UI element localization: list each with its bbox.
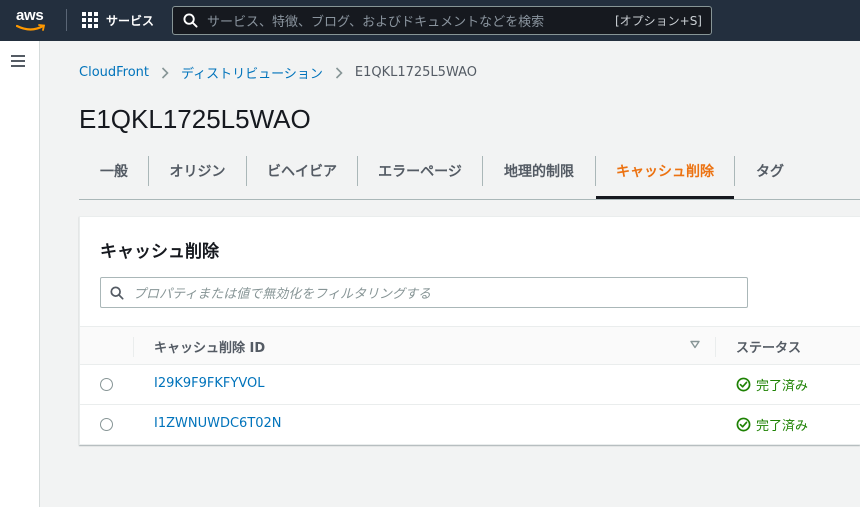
global-search-input[interactable]: サービス、特徴、ブログ、およびドキュメントなどを検索 [オプション+S] — [172, 6, 712, 35]
table-row[interactable]: I1ZWNUWDC6T02N 完了済み — [80, 405, 860, 445]
table-header: キャッシュ削除 ID ステータス — [80, 326, 860, 365]
menu-icon[interactable] — [11, 55, 25, 70]
status-text: 完了済み — [756, 419, 809, 434]
status-badge: 完了済み — [736, 415, 808, 434]
sort-caret-down-icon[interactable] — [690, 340, 700, 349]
breadcrumb: CloudFront ディストリビューション E1QKL1725L5WAO — [79, 63, 477, 82]
breadcrumb-distributions[interactable]: ディストリビューション — [181, 63, 323, 82]
column-divider — [133, 337, 134, 357]
search-shortcut-hint: [オプション+S] — [614, 14, 702, 28]
panel-title: キャッシュ削除 — [100, 242, 219, 262]
check-circle-icon — [736, 377, 751, 392]
column-divider — [715, 337, 716, 357]
column-header-invalidation-id[interactable]: キャッシュ削除 ID — [154, 337, 265, 356]
search-icon — [183, 13, 198, 28]
chevron-right-icon — [335, 66, 343, 79]
tab-origins[interactable]: オリジン — [149, 156, 246, 186]
invalidation-id-link[interactable]: I29K9F9FKFYVOL — [154, 376, 264, 391]
tab-geographic-restrictions[interactable]: 地理的制限 — [483, 156, 595, 186]
chevron-right-icon — [161, 66, 169, 79]
services-menu-button[interactable]: サービス — [82, 9, 154, 31]
filter-placeholder: プロパティまたは値で無効化をフィルタリングする — [133, 287, 431, 302]
tab-tags[interactable]: タグ — [735, 156, 805, 186]
status-text: 完了済み — [756, 379, 809, 394]
aws-logo[interactable]: aws — [14, 7, 50, 33]
tab-behaviors[interactable]: ビヘイビア — [247, 156, 357, 186]
page-title: E1QKL1725L5WAO — [79, 104, 311, 134]
row-select-radio[interactable] — [100, 378, 113, 391]
side-navigation-rail — [0, 41, 40, 507]
breadcrumb-current: E1QKL1725L5WAO — [354, 65, 477, 80]
services-label: サービス — [106, 13, 155, 28]
aws-smile-icon — [16, 24, 46, 31]
grid-icon — [82, 12, 98, 28]
tab-general[interactable]: 一般 — [79, 156, 149, 186]
active-tab-indicator — [596, 196, 734, 199]
tab-error-pages[interactable]: エラーページ — [358, 156, 482, 186]
check-circle-icon — [736, 417, 751, 432]
filter-input[interactable]: プロパティまたは値で無効化をフィルタリングする — [100, 277, 748, 308]
aws-logo-text: aws — [16, 7, 44, 24]
table-row[interactable]: I29K9F9FKFYVOL 完了済み — [80, 365, 860, 405]
header-divider — [66, 9, 67, 31]
row-select-radio[interactable] — [100, 418, 113, 431]
status-badge: 完了済み — [736, 375, 808, 394]
tab-bar: 一般 オリジン ビヘイビア エラーページ 地理的制限 キャッシュ削除 タグ — [79, 152, 860, 200]
search-icon — [110, 285, 124, 300]
invalidations-panel: キャッシュ削除 プロパティまたは値で無効化をフィルタリングする キャッシュ削除 … — [79, 216, 860, 445]
search-placeholder: サービス、特徴、ブログ、およびドキュメントなどを検索 — [207, 15, 545, 30]
column-header-status[interactable]: ステータス — [736, 337, 801, 356]
invalidation-id-link[interactable]: I1ZWNUWDC6T02N — [154, 416, 282, 431]
top-navigation-bar: aws サービス サービス、特徴、ブログ、およびドキュメントなどを検索 [オプシ… — [0, 0, 860, 41]
breadcrumb-cloudfront[interactable]: CloudFront — [79, 65, 149, 80]
tab-invalidations[interactable]: キャッシュ削除 — [596, 156, 734, 186]
